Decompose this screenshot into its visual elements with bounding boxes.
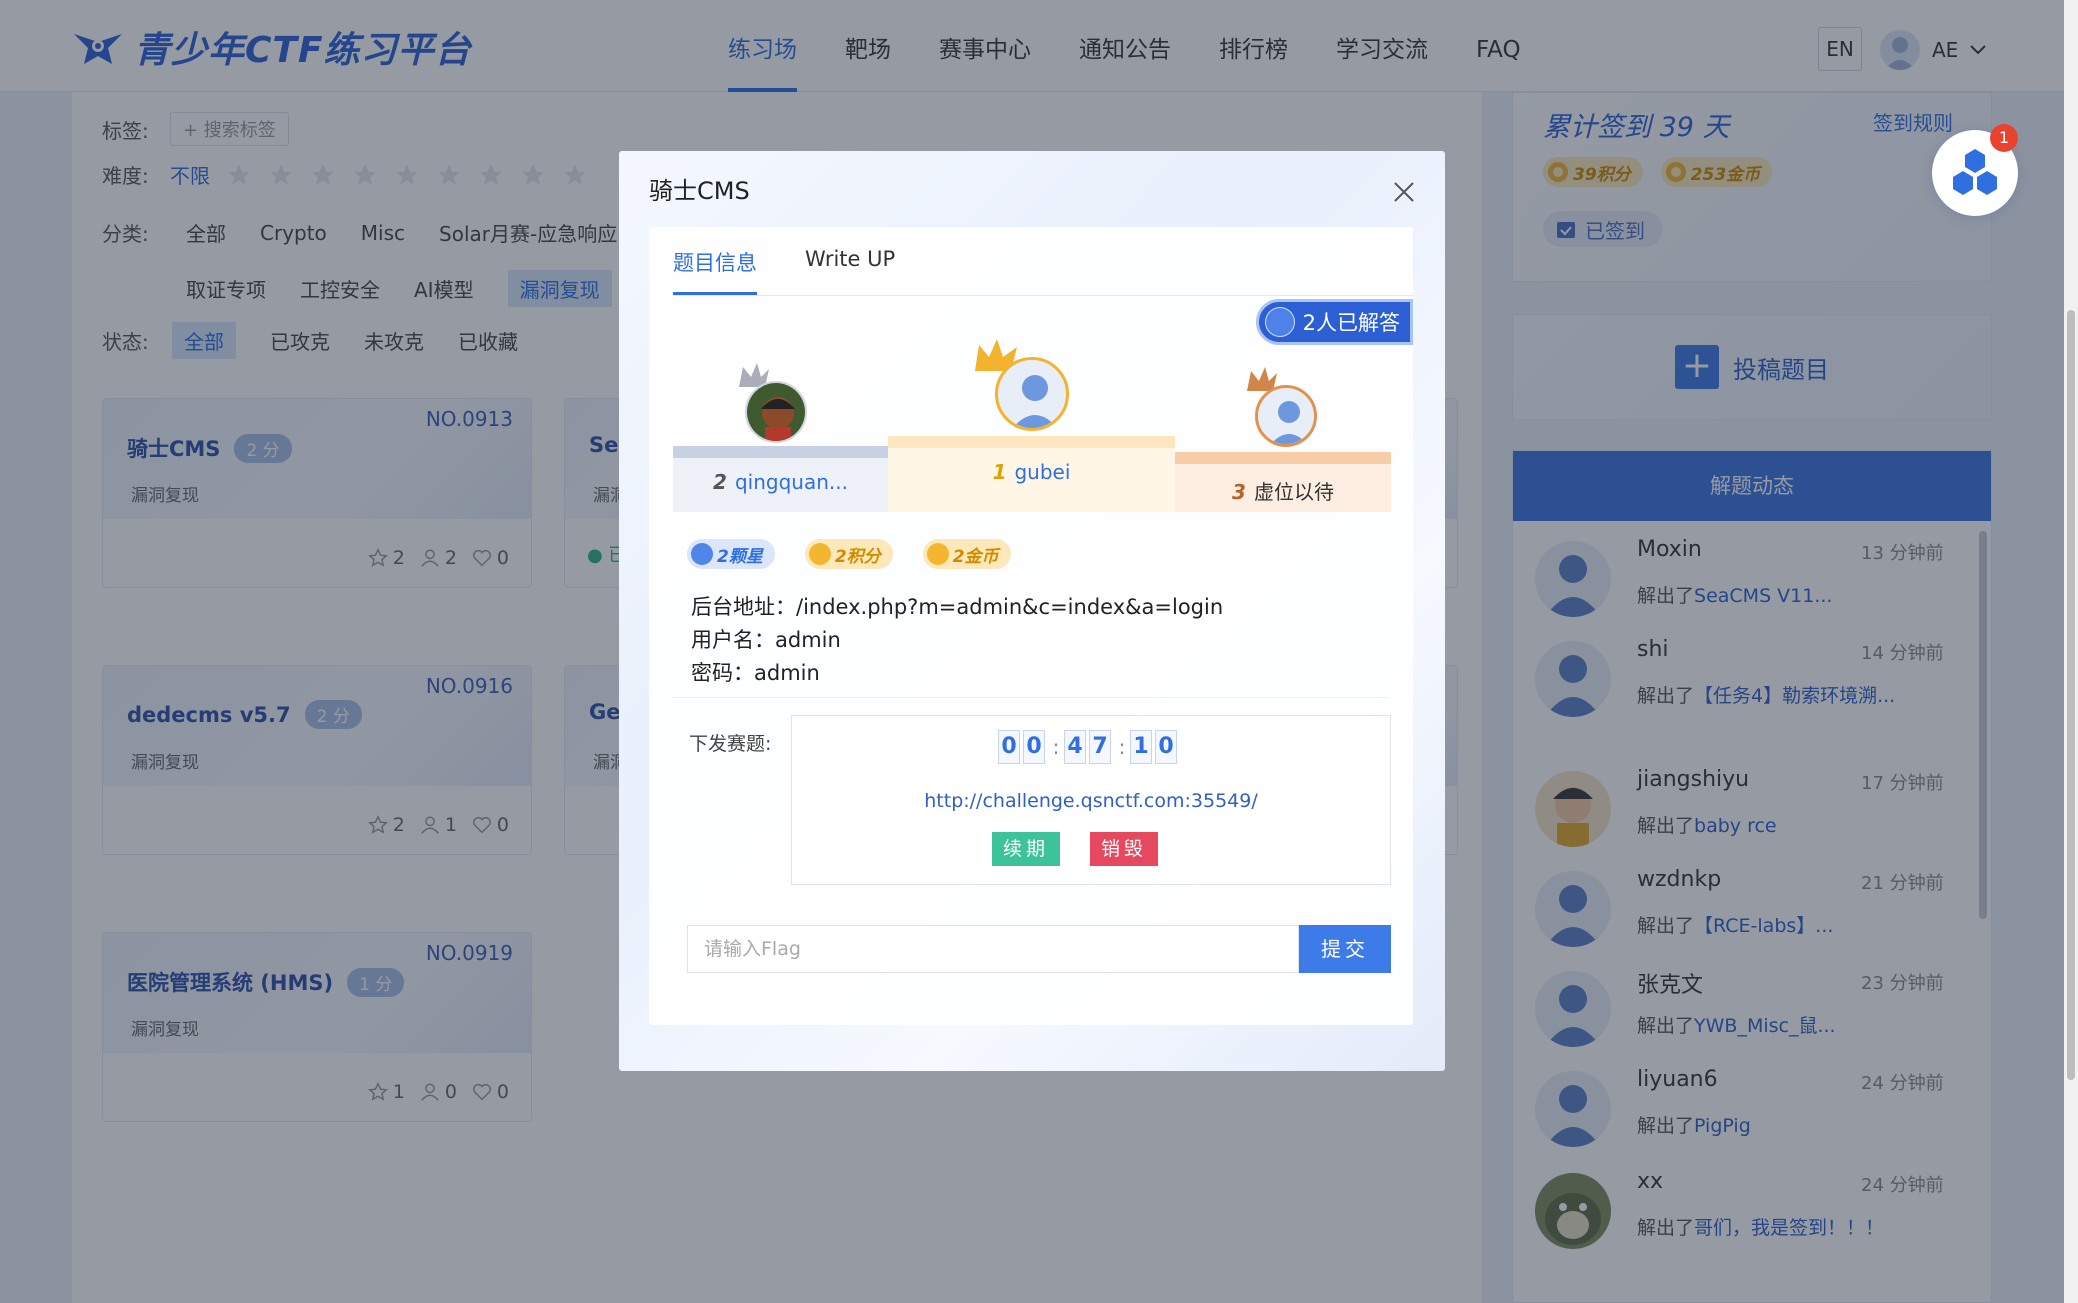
third-place-step: 3 虚位以待 bbox=[1175, 452, 1391, 512]
user-placeholder-icon bbox=[1270, 401, 1308, 444]
floating-cube-button[interactable]: 1 bbox=[1932, 124, 2018, 216]
timer-digit: 0 bbox=[998, 730, 1020, 764]
close-icon[interactable] bbox=[1389, 177, 1419, 207]
stars-reward: 2颗星 bbox=[687, 539, 775, 569]
coin-icon bbox=[808, 543, 831, 565]
modal-body: 题目信息 Write UP 2人已解答 2 qingquan... 1 gubei … bbox=[649, 227, 1413, 1025]
first-place-name[interactable]: gubei bbox=[1014, 460, 1070, 484]
challenge-description: 后台地址：/index.php?m=admin&c=index&a=login … bbox=[691, 591, 1223, 690]
deploy-panel: 0 0 : 4 7 : 1 0 http://challenge.qsnctf.… bbox=[791, 715, 1391, 885]
tab-writeup[interactable]: Write UP bbox=[805, 247, 895, 295]
destroy-button[interactable]: 销毁 bbox=[1090, 832, 1158, 866]
renew-button[interactable]: 续期 bbox=[992, 832, 1060, 866]
timer-digit: 0 bbox=[1155, 730, 1177, 764]
desc-line: 后台地址：/index.php?m=admin&c=index&a=login bbox=[691, 595, 1224, 619]
points-reward: 2积分 bbox=[804, 539, 893, 569]
deploy-label: 下发赛题: bbox=[689, 733, 772, 755]
timer-digit: 0 bbox=[1023, 730, 1045, 764]
timer-separator: : bbox=[1118, 735, 1126, 759]
coins-reward: 2金币 bbox=[922, 539, 1011, 569]
timer-digit: 1 bbox=[1130, 730, 1152, 764]
tab-challenge-info[interactable]: 题目信息 bbox=[673, 247, 757, 295]
solvers-icon bbox=[1264, 307, 1295, 337]
third-place-avatar[interactable] bbox=[1255, 385, 1317, 447]
star-coin-icon bbox=[691, 543, 713, 565]
first-place-avatar[interactable] bbox=[995, 357, 1069, 431]
notification-badge: 1 bbox=[1990, 124, 2018, 152]
second-place-avatar[interactable] bbox=[745, 381, 807, 443]
modal-title: 骑士CMS bbox=[649, 177, 750, 205]
timer-digit: 4 bbox=[1064, 730, 1086, 764]
second-place-name[interactable]: qingquan... bbox=[735, 470, 848, 494]
challenge-modal: 骑士CMS 题目信息 Write UP 2人已解答 2 qingquan... 1… bbox=[619, 151, 1445, 1071]
page-scrollbar-thumb[interactable] bbox=[2067, 310, 2075, 1080]
page-scrollbar[interactable] bbox=[2064, 0, 2078, 1303]
section-divider bbox=[673, 697, 1389, 698]
desc-line: 用户名：admin bbox=[691, 628, 841, 652]
challenge-url-link[interactable]: http://challenge.qsnctf.com:35549/ bbox=[792, 790, 1390, 812]
countdown-timer: 0 0 : 4 7 : 1 0 bbox=[998, 730, 1180, 764]
third-place-name: 虚位以待 bbox=[1253, 480, 1334, 504]
user-placeholder-icon bbox=[1012, 375, 1058, 428]
flag-input[interactable] bbox=[687, 925, 1299, 973]
timer-digit: 7 bbox=[1089, 730, 1111, 764]
modal-tabs: 题目信息 Write UP bbox=[673, 247, 943, 295]
second-place-step: 2 qingquan... bbox=[673, 446, 888, 512]
flag-submit-button[interactable]: 提交 bbox=[1299, 925, 1391, 973]
timer-separator: : bbox=[1052, 735, 1060, 759]
tab-divider bbox=[673, 295, 1413, 296]
reward-badges: 2颗星 2积分 2金币 bbox=[687, 539, 1041, 569]
money-bag-icon bbox=[926, 543, 949, 565]
cartoon-avatar-icon bbox=[747, 383, 805, 441]
podium: 2 qingquan... 1 gubei 3 虚位以待 bbox=[673, 337, 1391, 512]
desc-line: 密码：admin bbox=[691, 661, 820, 685]
first-place-step: 1 gubei bbox=[888, 436, 1175, 512]
cubes-icon bbox=[1953, 149, 1997, 195]
